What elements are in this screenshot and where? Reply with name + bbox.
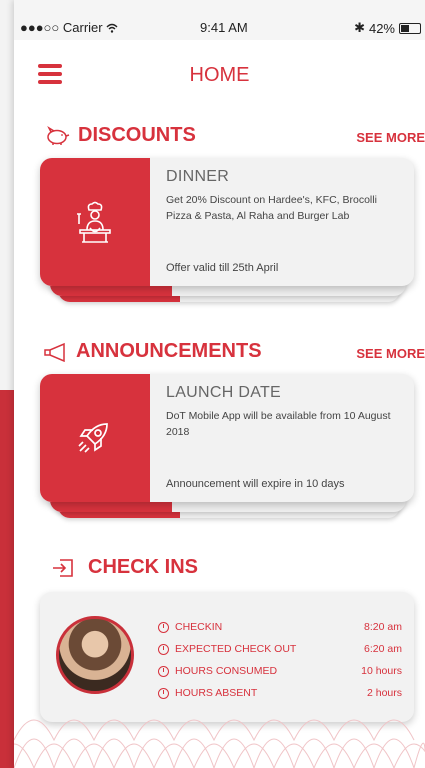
avatar <box>56 616 134 694</box>
card-icon-panel <box>40 158 150 286</box>
background-panel <box>0 0 14 390</box>
announcement-card-title: LAUNCH DATE <box>166 384 282 401</box>
rocket-icon <box>78 423 108 453</box>
clock-icon <box>158 643 169 655</box>
decorative-pattern <box>14 719 425 768</box>
discounts-see-more-link[interactable]: SEE MORE <box>356 130 425 145</box>
clock-icon <box>158 687 169 699</box>
hours-absent-row: HOURS ABSENT 2 hours <box>158 682 402 704</box>
announcements-title: ANNOUNCEMENTS <box>76 340 262 362</box>
announcements-see-more-link[interactable]: SEE MORE <box>356 346 425 361</box>
row-label: EXPECTED CHECK OUT <box>175 643 297 655</box>
clock: 9:41 AM <box>200 20 248 35</box>
discount-card-description: Get 20% Discount on Hardee's, KFC, Broco… <box>166 194 377 222</box>
status-right: ✱ 42% <box>354 20 421 36</box>
discount-card-title: DINNER <box>166 168 230 185</box>
row-value: 8:20 am <box>364 621 402 633</box>
announcements-card-stack: LAUNCH DATE DoT Mobile App will be avail… <box>40 374 414 519</box>
row-label: CHECKIN <box>175 621 223 633</box>
card-icon-panel <box>40 374 150 502</box>
discounts-card-stack: DINNER Get 20% Discount on Hardee's, KFC… <box>40 158 414 303</box>
discounts-heading: DISCOUNTS <box>44 124 196 147</box>
hours-consumed-row: HOURS CONSUMED 10 hours <box>158 660 402 682</box>
checkin-details: CHECKIN 8:20 am EXPECTED CHECK OUT 6:20 … <box>158 616 402 704</box>
megaphone-icon <box>44 342 65 362</box>
checkins-title: CHECK INS <box>88 556 199 578</box>
sign-in-icon <box>53 558 73 577</box>
checkin-row: CHECKIN 8:20 am <box>158 616 402 638</box>
expected-checkout-row: EXPECTED CHECK OUT 6:20 am <box>158 638 402 660</box>
battery-icon <box>399 22 421 34</box>
clock-icon <box>158 665 169 677</box>
checkin-card[interactable]: CHECKIN 8:20 am EXPECTED CHECK OUT 6:20 … <box>40 592 414 722</box>
bluetooth-icon: ✱ <box>354 20 365 35</box>
announcements-heading: ANNOUNCEMENTS <box>42 340 262 363</box>
clock-icon <box>158 621 169 633</box>
discount-card-validity: Offer valid till 25th April <box>166 262 279 274</box>
battery-percent: 42% <box>368 20 395 36</box>
row-value: 2 hours <box>366 687 402 699</box>
discount-card[interactable]: DINNER Get 20% Discount on Hardee's, KFC… <box>40 158 414 286</box>
row-value: 10 hours <box>361 665 402 677</box>
row-label: HOURS ABSENT <box>175 687 258 699</box>
page-title: HOME <box>189 64 250 86</box>
carrier-label: ●●●○○ Carrier <box>20 20 118 35</box>
row-label: HOURS CONSUMED <box>175 665 278 677</box>
announcement-card[interactable]: LAUNCH DATE DoT Mobile App will be avail… <box>40 374 414 502</box>
chef-icon <box>77 201 111 243</box>
checkins-heading: CHECK INS <box>52 556 198 579</box>
discounts-title: DISCOUNTS <box>78 124 196 146</box>
wifi-icon <box>106 23 118 33</box>
status-bar: ●●●○○ Carrier 9:41 AM ✱ 42% <box>14 0 425 40</box>
announcement-card-expiry: Announcement will expire in 10 days <box>166 478 345 490</box>
phone-screen: ●●●○○ Carrier 9:41 AM ✱ 42% HOME DISCOUN… <box>14 0 425 768</box>
announcement-card-description: DoT Mobile App will be available from 10… <box>166 410 391 438</box>
piggy-bank-icon <box>47 125 70 145</box>
row-value: 6:20 am <box>364 643 402 655</box>
